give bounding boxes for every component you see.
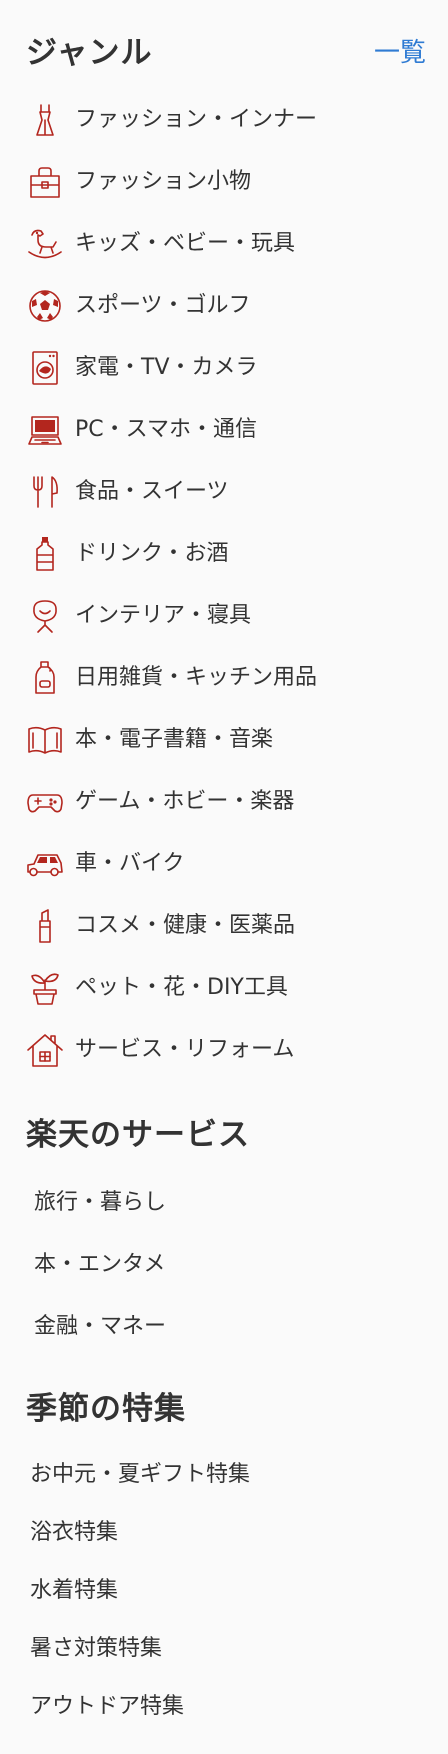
handbag-icon (26, 163, 64, 201)
genre-list-link[interactable]: 一覧 (374, 30, 426, 76)
service-label: 金融・マネー (34, 1314, 167, 1339)
season-item-summer-gift[interactable]: お中元・夏ギフト特集 (0, 1446, 448, 1504)
menu-panel: ジャンル 一覧 ファッション・インナー ファッション小物 キッズ・ベビー・玩具 (0, 0, 448, 1754)
game-controller-icon (26, 783, 64, 821)
genre-item-pc-smartphone[interactable]: PC・スマホ・通信 (0, 399, 448, 461)
genre-item-fashion-accessories[interactable]: ファッション小物 (0, 151, 448, 213)
open-book-icon (26, 721, 64, 759)
genre-item-books-music[interactable]: 本・電子書籍・音楽 (0, 709, 448, 771)
chair-icon (26, 597, 64, 635)
genre-item-sports-golf[interactable]: スポーツ・ゴルフ (0, 275, 448, 337)
genre-label: 食品・スイーツ (75, 479, 229, 504)
washing-machine-icon (26, 349, 64, 387)
genre-item-games-hobby-instruments[interactable]: ゲーム・ホビー・楽器 (0, 771, 448, 833)
genre-label: キッズ・ベビー・玩具 (75, 231, 296, 256)
lipstick-icon (26, 907, 64, 945)
house-icon (26, 1031, 64, 1069)
genre-item-cosme-health-medicine[interactable]: コスメ・健康・医薬品 (0, 895, 448, 957)
genre-title: ジャンル (26, 35, 153, 71)
genre-label: PC・スマホ・通信 (75, 417, 257, 442)
service-item-finance-money[interactable]: 金融・マネー (0, 1296, 448, 1358)
service-label: 旅行・暮らし (34, 1190, 167, 1215)
services-list: 旅行・暮らし 本・エンタメ 金融・マネー (0, 1172, 448, 1358)
genre-list: ファッション・インナー ファッション小物 キッズ・ベビー・玩具 スポーツ・ゴルフ… (0, 89, 448, 1081)
season-list: お中元・夏ギフト特集 浴衣特集 水着特集 暑さ対策特集 アウトドア特集 (0, 1446, 448, 1736)
genre-label: コスメ・健康・医薬品 (75, 913, 296, 938)
season-title: 季節の特集 (26, 1391, 186, 1427)
season-item-yukata[interactable]: 浴衣特集 (0, 1504, 448, 1562)
potted-plant-icon (26, 969, 64, 1007)
genre-label: ファッション小物 (75, 169, 252, 194)
detergent-bottle-icon (26, 659, 64, 697)
genre-label: 本・電子書籍・音楽 (75, 727, 274, 752)
season-label: お中元・夏ギフト特集 (30, 1462, 251, 1487)
service-item-travel-living[interactable]: 旅行・暮らし (0, 1172, 448, 1234)
genre-label: ペット・花・DIY工具 (75, 975, 288, 1000)
genre-label: インテリア・寝具 (75, 603, 252, 628)
genre-label: ドリンク・お酒 (75, 541, 229, 566)
genre-item-service-reform[interactable]: サービス・リフォーム (0, 1019, 448, 1081)
dress-icon (26, 101, 64, 139)
car-icon (26, 845, 64, 883)
service-label: 本・エンタメ (34, 1252, 166, 1277)
genre-label: ファッション・インナー (75, 107, 318, 132)
season-label: 水着特集 (30, 1578, 119, 1603)
soccer-ball-icon (26, 287, 64, 325)
services-title: 楽天のサービス (26, 1117, 250, 1153)
genre-label: 車・バイク (75, 851, 185, 876)
genre-item-car-bike[interactable]: 車・バイク (0, 833, 448, 895)
genre-item-daily-goods-kitchen[interactable]: 日用雑貨・キッチン用品 (0, 647, 448, 709)
season-item-swimwear[interactable]: 水着特集 (0, 1562, 448, 1620)
genre-label: スポーツ・ゴルフ (75, 293, 251, 318)
genre-header: ジャンル 一覧 (26, 30, 426, 76)
season-label: 浴衣特集 (30, 1520, 119, 1545)
laptop-icon (26, 411, 64, 449)
season-item-outdoor[interactable]: アウトドア特集 (0, 1678, 448, 1736)
genre-label: 家電・TV・カメラ (75, 355, 258, 380)
genre-item-kids-baby-toys[interactable]: キッズ・ベビー・玩具 (0, 213, 448, 275)
genre-item-interior-bedding[interactable]: インテリア・寝具 (0, 585, 448, 647)
season-item-heat-measures[interactable]: 暑さ対策特集 (0, 1620, 448, 1678)
season-label: アウトドア特集 (30, 1694, 185, 1719)
genre-item-fashion-inner[interactable]: ファッション・インナー (0, 89, 448, 151)
genre-label: ゲーム・ホビー・楽器 (75, 789, 295, 814)
rocking-horse-icon (26, 225, 64, 263)
genre-label: 日用雑貨・キッチン用品 (75, 665, 318, 690)
genre-item-drink-alcohol[interactable]: ドリンク・お酒 (0, 523, 448, 585)
genre-item-food-sweets[interactable]: 食品・スイーツ (0, 461, 448, 523)
genre-item-pet-flower-diy[interactable]: ペット・花・DIY工具 (0, 957, 448, 1019)
bottle-icon (26, 535, 64, 573)
service-item-books-entertainment[interactable]: 本・エンタメ (0, 1234, 448, 1296)
genre-item-appliances-tv-camera[interactable]: 家電・TV・カメラ (0, 337, 448, 399)
fork-knife-icon (26, 473, 64, 511)
genre-label: サービス・リフォーム (75, 1037, 295, 1062)
season-label: 暑さ対策特集 (30, 1636, 163, 1661)
